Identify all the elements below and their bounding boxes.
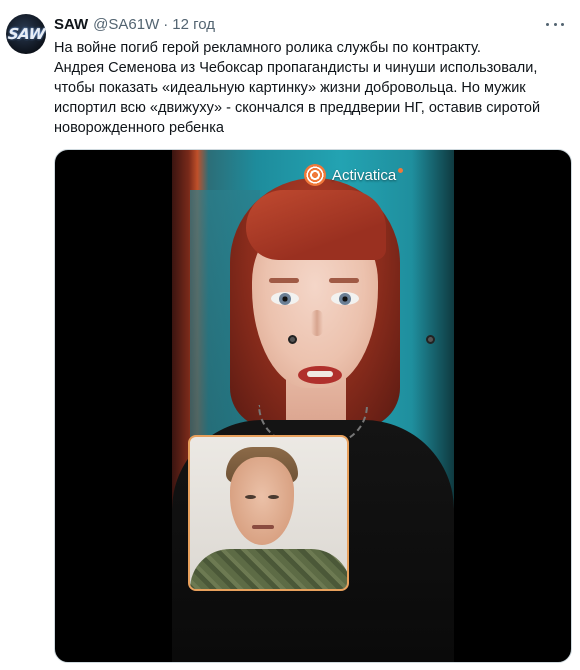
timestamp[interactable]: 12 год: [172, 16, 215, 33]
more-options-button[interactable]: [546, 16, 564, 32]
activatica-watermark: Activatica: [304, 162, 404, 188]
separator-dot: ·: [163, 15, 169, 33]
tweet-header: SAW @SA61W · 12 год: [54, 14, 215, 34]
presenter-right-brow: [329, 278, 359, 283]
presenter-lips: [298, 366, 342, 384]
soldier-right-eye: [268, 495, 279, 499]
ellipsis-icon: [546, 22, 549, 26]
ellipsis-icon-dot: [553, 22, 557, 26]
tweet[interactable]: SAW SAW @SA61W · 12 год На войне погиб г…: [0, 0, 580, 670]
soldier-face: [230, 457, 294, 545]
presenter-bangs: [246, 190, 386, 260]
presenter-left-eye: [271, 292, 299, 305]
avatar-logo: SAW: [6, 25, 46, 43]
soldier-mouth: [252, 525, 274, 529]
tweet-media-video[interactable]: Activatica: [54, 149, 572, 663]
inset-photo-soldier: [188, 435, 349, 591]
presenter-left-brow: [269, 278, 299, 283]
presenter-right-eye: [331, 292, 359, 305]
soldier-camouflage-uniform: [190, 549, 347, 589]
tweet-text: На войне погиб герой рекламного ролика с…: [54, 40, 541, 136]
presenter-left-earring: [288, 335, 297, 344]
user-handle[interactable]: @SA61W: [93, 16, 159, 33]
presenter-nose: [311, 310, 323, 336]
activatica-logo-icon: [304, 164, 326, 186]
activatica-brand-text: Activatica: [332, 166, 397, 184]
display-name[interactable]: SAW: [54, 16, 88, 33]
brand-dot: [398, 167, 404, 173]
soldier-left-eye: [245, 495, 256, 499]
presenter-right-earring: [426, 335, 435, 344]
ellipsis-icon-dot: [561, 22, 564, 26]
avatar[interactable]: SAW: [6, 14, 46, 54]
